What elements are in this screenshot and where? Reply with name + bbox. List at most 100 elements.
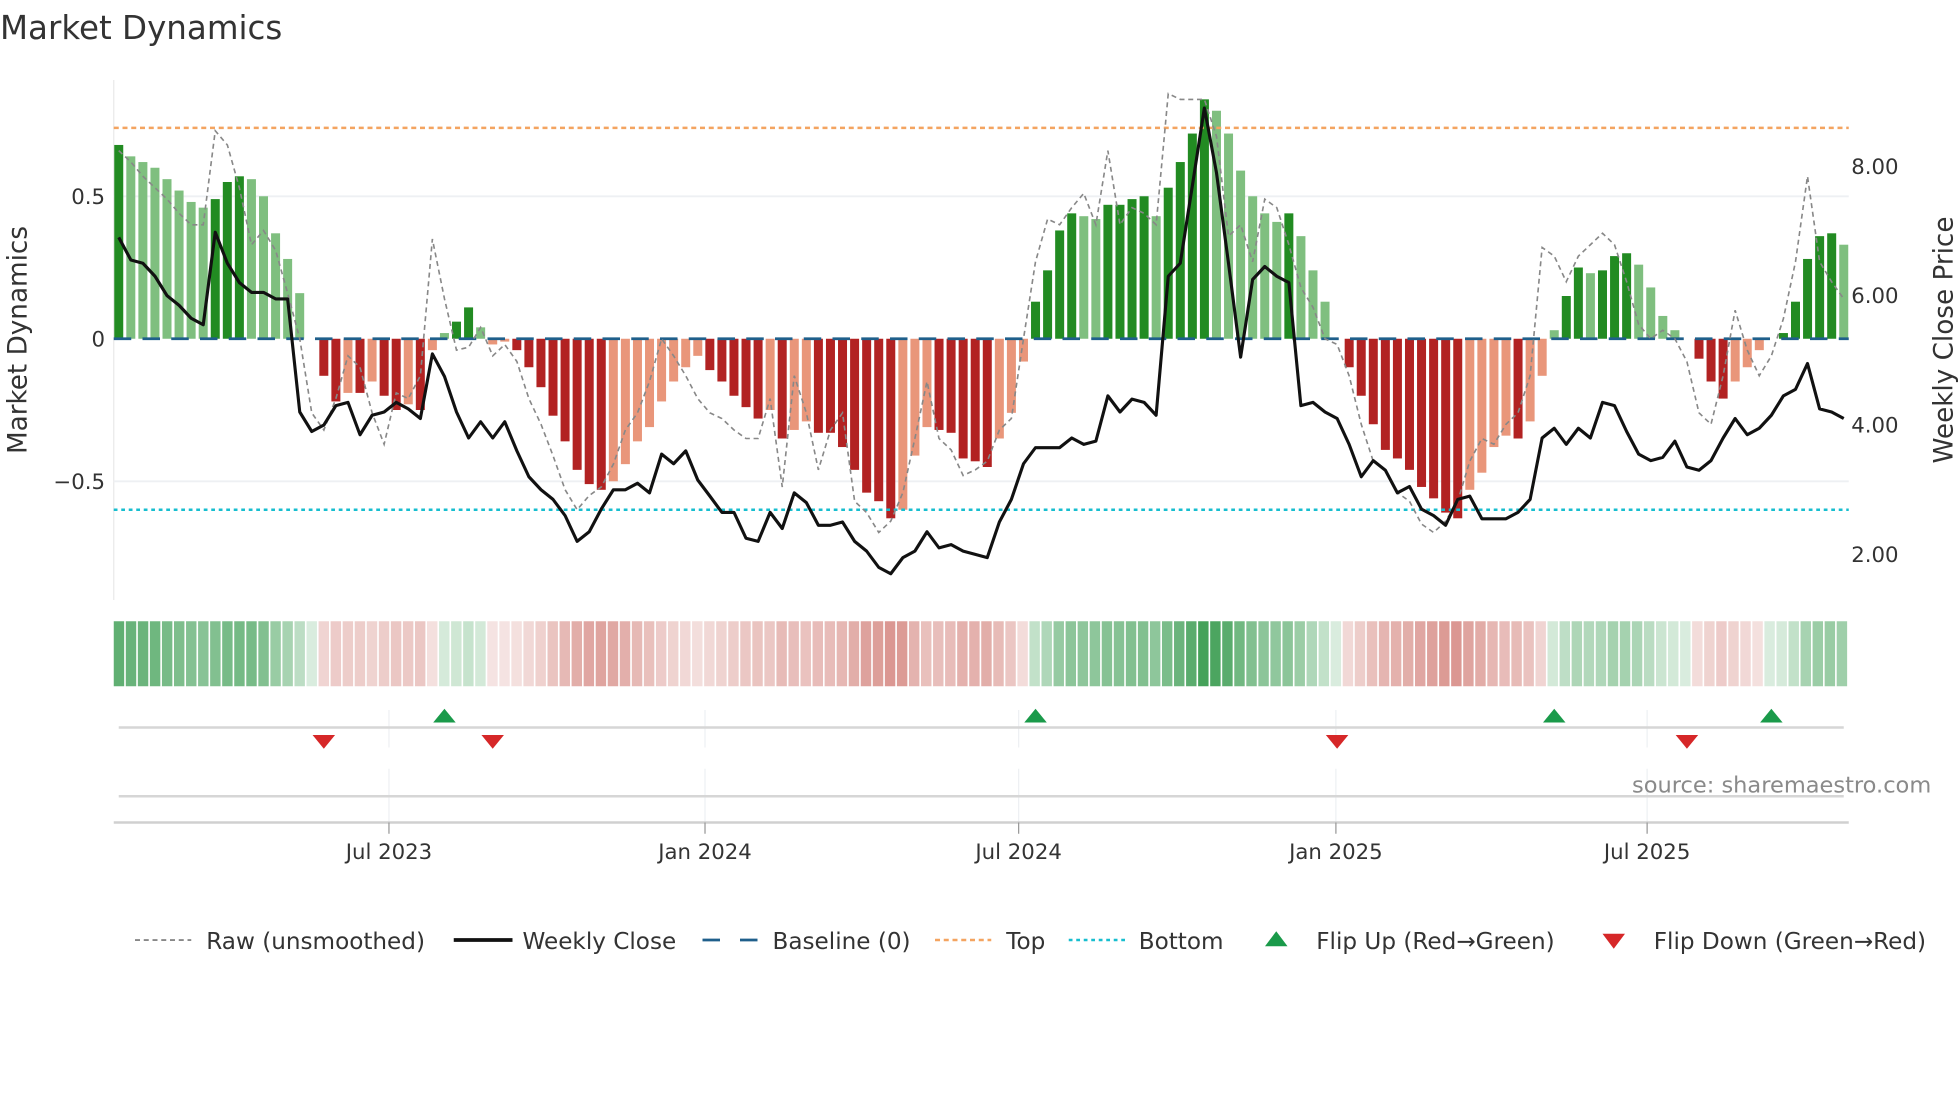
histogram-bar	[693, 338, 703, 356]
heat-cell	[282, 621, 293, 687]
heat-cell	[1210, 621, 1221, 687]
flip-down-marker	[1325, 735, 1349, 749]
y-tick-label: 0.5	[71, 185, 105, 210]
heat-cell	[1161, 621, 1173, 687]
histogram-bar	[536, 338, 546, 388]
histogram-bar	[1055, 230, 1065, 339]
histogram-bar	[1815, 236, 1825, 339]
heat-cell	[1149, 621, 1161, 687]
heat-cell	[1475, 621, 1486, 687]
heat-cell	[740, 621, 751, 687]
legend-label: Bottom	[1139, 929, 1224, 955]
histogram-bar	[1392, 338, 1402, 459]
flip-up-marker	[433, 708, 456, 723]
histogram-bar	[319, 338, 329, 376]
histogram-bar	[1501, 338, 1511, 436]
flip-down-marker	[1675, 735, 1699, 749]
legend-flip-down-icon	[1602, 933, 1625, 949]
histogram-bar	[1272, 221, 1282, 339]
heat-cell	[1607, 621, 1619, 687]
heat-cell	[1451, 621, 1462, 687]
heat-cell	[1041, 621, 1052, 687]
heat-cell	[1619, 621, 1631, 687]
histogram-bar	[1248, 196, 1258, 339]
histogram-bar	[1151, 216, 1161, 339]
heat-cell	[571, 621, 583, 687]
heat-cell	[475, 621, 486, 687]
legend: Raw (unsmoothed) Weekly Close Baseline (0)…	[135, 929, 1926, 955]
histogram-bar	[681, 338, 691, 368]
heat-cell	[186, 621, 197, 687]
heat-cell	[728, 621, 739, 687]
heat-cell	[198, 621, 209, 687]
legend-label: Flip Down (Green→Red)	[1654, 929, 1926, 955]
histogram-bar	[1067, 213, 1077, 339]
heat-cell	[113, 621, 125, 687]
histogram-bar	[801, 338, 811, 422]
legend-label: Baseline (0)	[773, 929, 911, 955]
heat-cell	[788, 621, 799, 687]
heat-cell	[607, 621, 619, 687]
histogram-bar	[1320, 301, 1330, 339]
histogram-bar	[138, 162, 148, 339]
heat-cell	[1571, 621, 1583, 687]
histogram-bar	[1477, 338, 1487, 473]
histogram-bar	[379, 338, 389, 396]
y2-tick-label: 6.00	[1851, 284, 1898, 309]
heat-cell	[1692, 621, 1703, 687]
histogram-bar	[1465, 338, 1475, 490]
heat-cell	[390, 621, 402, 687]
heat-cell	[1282, 621, 1293, 687]
histogram-bar	[295, 293, 305, 339]
histogram-bar	[464, 307, 474, 339]
histogram-bar	[1043, 270, 1053, 339]
heat-cell	[1812, 621, 1824, 687]
histogram-bar	[1610, 256, 1620, 339]
heat-cell	[921, 621, 932, 687]
raw-line	[118, 92, 1845, 534]
heat-cell	[1800, 621, 1811, 687]
heat-cell	[872, 621, 884, 687]
histogram-bar	[271, 233, 281, 339]
heat-strip	[113, 621, 1848, 687]
histogram-bar	[1127, 199, 1137, 339]
y2-tick-label: 2.00	[1851, 543, 1898, 568]
histogram-bar	[825, 338, 835, 433]
heat-cell	[1017, 621, 1028, 687]
histogram-bar	[777, 338, 787, 439]
heat-cell	[1270, 621, 1281, 687]
heat-cell	[125, 621, 137, 687]
heat-cell	[908, 621, 920, 687]
heat-cell	[752, 621, 763, 687]
heat-cell	[1680, 621, 1691, 687]
heat-cell	[270, 621, 281, 687]
histogram-bar	[970, 338, 980, 462]
y-axis-ticks: 0.5 0 −0.5	[53, 185, 105, 495]
heat-cell	[1342, 621, 1354, 687]
histogram-bar	[1368, 338, 1378, 425]
histogram-bar	[548, 338, 558, 416]
heat-cell	[511, 621, 522, 687]
heat-cell	[414, 621, 426, 687]
heat-cell	[306, 621, 317, 687]
histogram-bar	[813, 338, 823, 433]
y-tick-label: 0	[91, 327, 105, 352]
heat-cell	[1186, 621, 1197, 687]
heat-cell	[487, 621, 498, 687]
heat-cell	[1728, 621, 1739, 687]
heat-cell	[1294, 621, 1305, 687]
heat-cell	[1234, 621, 1245, 687]
histogram-bar	[1404, 338, 1414, 470]
heat-cell	[884, 621, 896, 687]
histogram-bar	[1646, 287, 1656, 339]
histogram-bar	[645, 338, 655, 428]
heat-cell	[210, 621, 221, 687]
histogram-bar	[657, 338, 667, 402]
heat-cell	[1523, 621, 1534, 687]
market-dynamics-chart: Market Dynamics 0.5 0 −0.5 8.00 6.00 4.00 2.0…	[0, 9, 1960, 955]
heat-cell	[463, 621, 474, 687]
histogram-bar	[886, 338, 896, 519]
x-tick-label: Jul 2025	[1602, 840, 1690, 865]
heat-cell	[1547, 621, 1558, 687]
heat-cell	[993, 621, 1004, 687]
